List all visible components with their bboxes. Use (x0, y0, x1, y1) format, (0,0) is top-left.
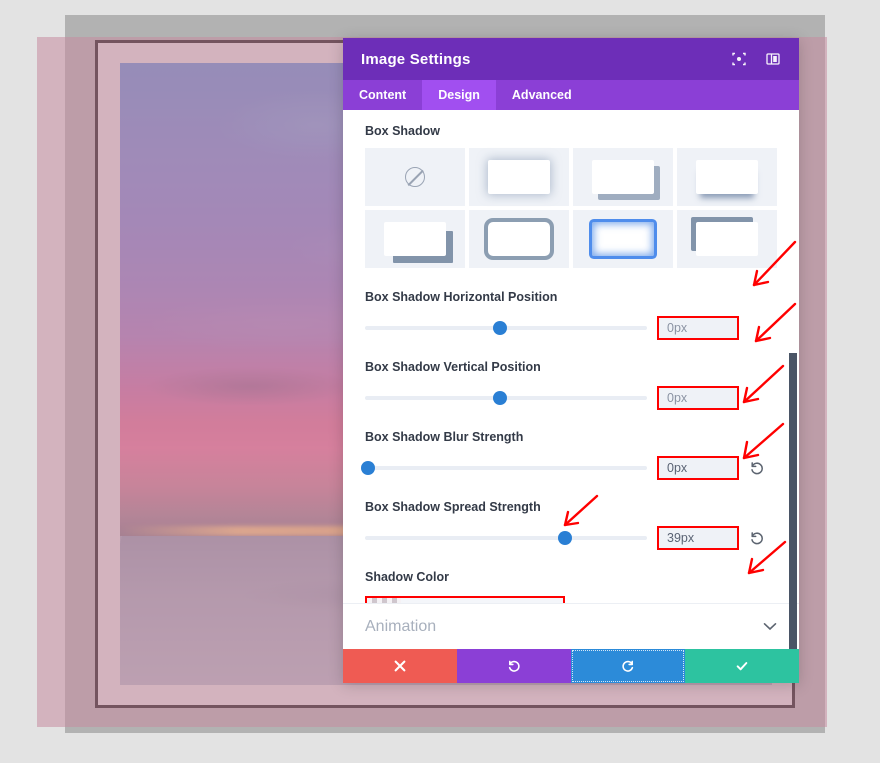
preset-soft-glow[interactable] (469, 148, 569, 206)
animation-accordion[interactable]: Animation (343, 603, 799, 649)
preset-inner-blue[interactable] (573, 210, 673, 268)
modal-title: Image Settings (361, 50, 471, 68)
tab-content[interactable]: Content (343, 80, 422, 110)
preset-swatch (696, 160, 758, 194)
preset-swatch (592, 222, 654, 256)
close-icon (394, 660, 406, 672)
preset-swatch (696, 222, 758, 256)
modal-body: Box Shadow Box Shadow Horizontal Positio… (343, 110, 799, 649)
row-vertical-position: 0px (365, 386, 777, 410)
slider-knob[interactable] (493, 391, 508, 405)
label-shadow-color: Shadow Color (365, 570, 450, 584)
chevron-down-icon[interactable] (763, 619, 777, 634)
no-shadow-icon (405, 167, 425, 187)
preset-swatch (384, 222, 446, 256)
slider-horizontal-position[interactable] (365, 321, 647, 335)
layout-toggle-icon[interactable] (765, 51, 781, 67)
modal-footer (343, 649, 799, 683)
preset-swatch (488, 160, 550, 194)
reset-blur-icon[interactable] (749, 460, 765, 476)
check-icon (736, 662, 748, 671)
undo-button[interactable] (457, 649, 571, 683)
input-spread-strength[interactable]: 39px (657, 526, 739, 550)
preset-bottom-blur[interactable] (677, 148, 777, 206)
preset-offset-bottom-right[interactable] (573, 148, 673, 206)
animation-label: Animation (365, 617, 437, 635)
label-horizontal-position: Box Shadow Horizontal Position (365, 290, 558, 304)
redo-icon (622, 660, 634, 672)
tab-advanced[interactable]: Advanced (496, 80, 588, 110)
vertical-scrollbar[interactable] (789, 353, 797, 649)
preset-none[interactable] (365, 148, 465, 206)
slider-knob[interactable] (558, 531, 573, 545)
label-blur-strength: Box Shadow Blur Strength (365, 430, 524, 444)
preset-swatch (488, 222, 550, 256)
preset-top-left[interactable] (677, 210, 777, 268)
target-icon[interactable] (731, 51, 747, 67)
undo-icon (508, 660, 520, 672)
label-spread-strength: Box Shadow Spread Strength (365, 500, 541, 514)
label-vertical-position: Box Shadow Vertical Position (365, 360, 541, 374)
modal-tabs: Content Design Advanced (343, 80, 799, 110)
row-horizontal-position: 0px (365, 316, 777, 340)
tab-design[interactable]: Design (422, 80, 496, 110)
reset-slot-empty (749, 320, 765, 336)
slider-spread-strength[interactable] (365, 531, 647, 545)
cancel-button[interactable] (343, 649, 457, 683)
input-vertical-position[interactable]: 0px (657, 386, 739, 410)
modal-header-actions (731, 51, 781, 67)
box-shadow-section-label: Box Shadow (365, 124, 441, 138)
preset-swatch (592, 160, 654, 194)
row-spread-strength: 39px (365, 526, 777, 550)
modal-header: Image Settings (343, 38, 799, 80)
input-horizontal-position[interactable]: 0px (657, 316, 739, 340)
slider-vertical-position[interactable] (365, 391, 647, 405)
reset-spread-icon[interactable] (749, 530, 765, 546)
preset-outline-rounded[interactable] (469, 210, 569, 268)
settings-scroll-area: Box Shadow Box Shadow Horizontal Positio… (343, 110, 799, 649)
slider-blur-strength[interactable] (360, 461, 647, 475)
slider-knob[interactable] (360, 461, 375, 475)
reset-slot-empty (749, 390, 765, 406)
redo-button[interactable] (571, 649, 685, 683)
slider-knob[interactable] (493, 321, 508, 335)
row-blur-strength: 0px (360, 456, 777, 480)
image-settings-modal: Image Settings Content Design Advanced B… (343, 38, 799, 683)
save-button[interactable] (685, 649, 799, 683)
preset-hard-bottom-right[interactable] (365, 210, 465, 268)
box-shadow-preset-grid (365, 148, 777, 268)
input-blur-strength[interactable]: 0px (657, 456, 739, 480)
